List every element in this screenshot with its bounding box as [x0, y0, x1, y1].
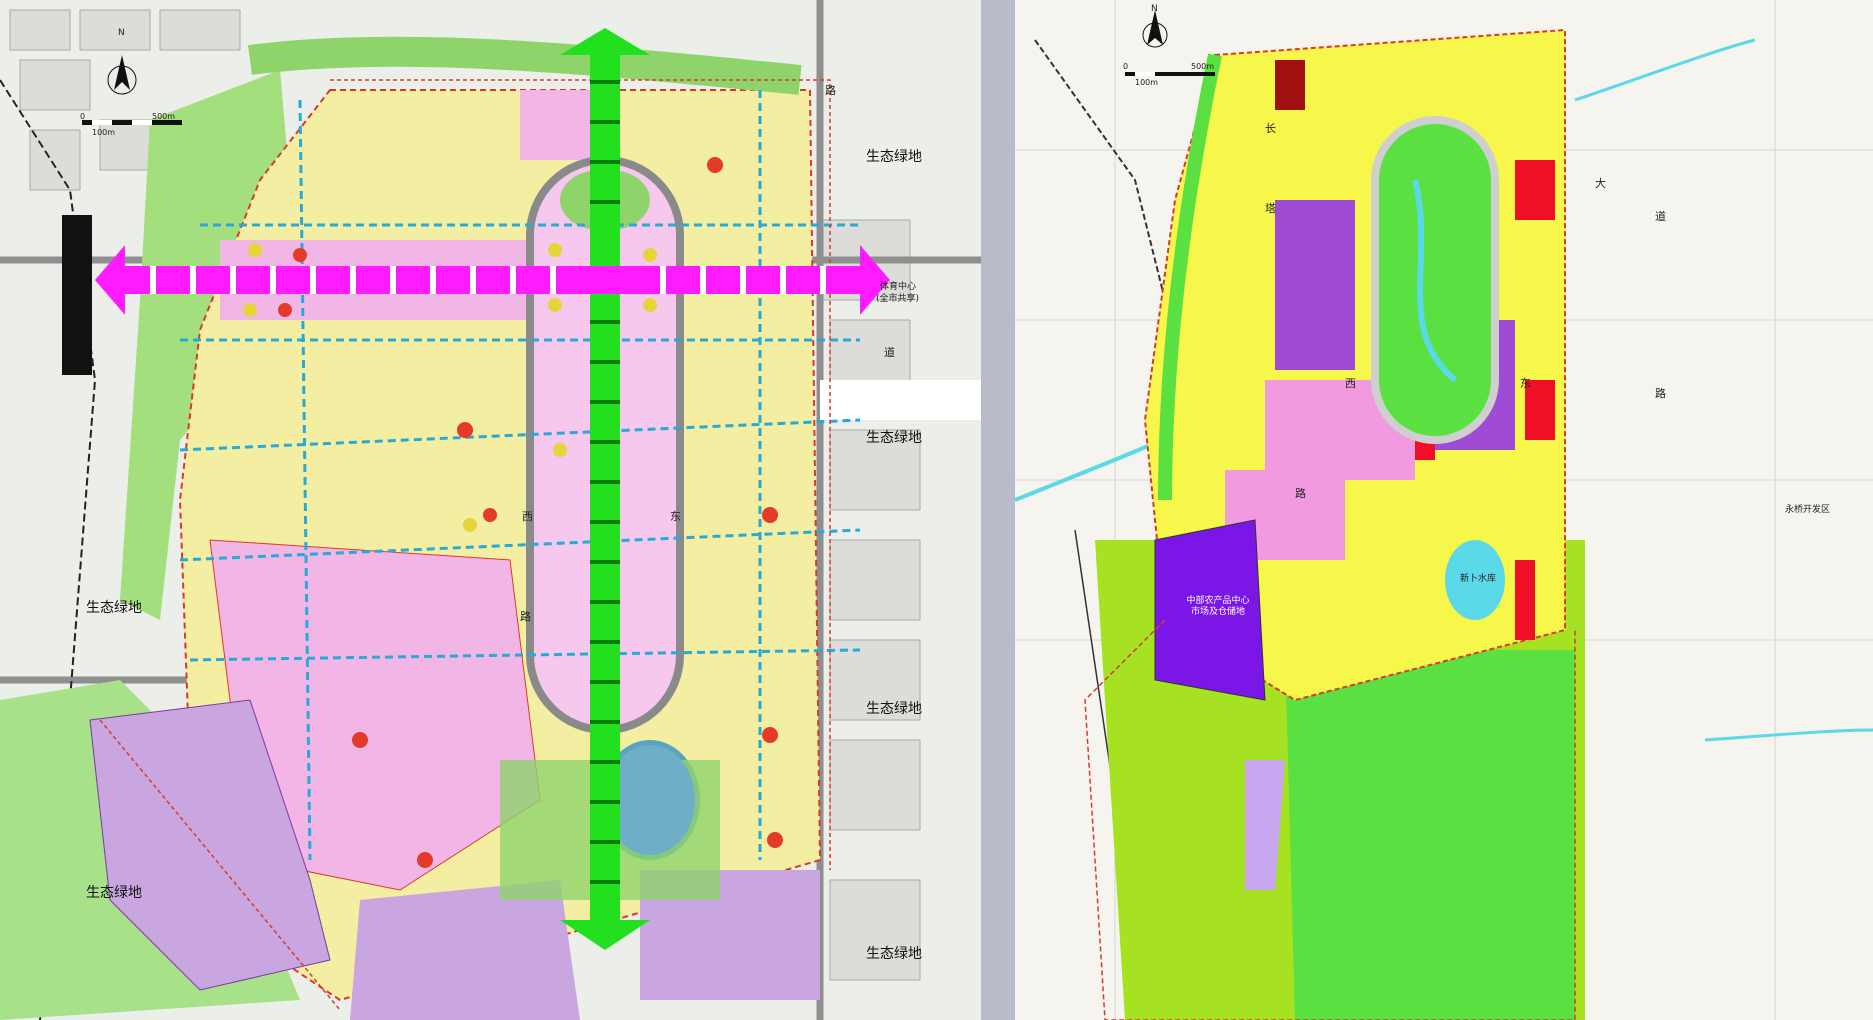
industrial-market-label: 中部农产品中心市场及仓储地 [1186, 596, 1250, 617]
right-road-char-3: 大 [1595, 177, 1606, 190]
right-road-char-4: 道 [1655, 210, 1666, 223]
right-north-label: N [1151, 4, 1158, 14]
right-road-char-7: 路 [1295, 487, 1306, 500]
right-scale-500: 500m [1191, 62, 1215, 71]
eco-green-label-2: 生态绿地 [866, 430, 922, 446]
left-north-label: N [118, 28, 125, 38]
right-scale-bar [1125, 72, 1215, 76]
central-park-oval [1371, 116, 1499, 444]
left-scale-500: 500m [152, 112, 176, 121]
eco-green-label-5: 生态绿地 [86, 600, 142, 616]
right-road-char-8: 路 [1655, 387, 1666, 400]
left-road-char-3: 西 [522, 510, 533, 523]
eco-green-label-4: 生态绿地 [866, 946, 922, 962]
right-scale-100: 100m [1135, 78, 1159, 87]
left-plan-map: N 0 100m 500m 生态绿地 生态绿地 生态绿地 生态绿地 生态绿地 生… [0, 0, 981, 1020]
eco-green-label-6: 生态绿地 [86, 885, 142, 901]
left-road-char-1: 路 [825, 84, 836, 97]
left-scale-0: 0 [80, 112, 86, 121]
sports-center-label: 体育中心 [880, 282, 917, 292]
right-landuse-map: N 0 100m 500m 中部农产品中心市场及仓储地 新卜水库 永桥开发区 长… [1015, 0, 1873, 1020]
right-map-canvas [1015, 0, 1873, 1020]
left-scale-100: 100m [92, 128, 116, 137]
left-road-char-5: 路 [520, 610, 531, 623]
left-road-char-4: 东 [670, 510, 681, 523]
reservoir-label: 新卜水库 [1460, 574, 1497, 584]
eco-green-label-3: 生态绿地 [866, 701, 922, 717]
right-road-char-5: 东 [1520, 377, 1531, 390]
right-road-char-6: 西 [1345, 377, 1356, 390]
left-road-char-2: 道 [884, 346, 895, 359]
sports-center-sub: (全市共享) [876, 294, 920, 304]
panel-divider [981, 0, 1015, 1020]
eco-green-label-1: 生态绿地 [866, 149, 922, 165]
rail-station-block [62, 215, 92, 375]
district-label: 永桥开发区 [1785, 505, 1831, 515]
right-scale-0: 0 [1123, 62, 1129, 71]
right-road-char-1: 长 [1265, 122, 1276, 135]
left-map-canvas [0, 0, 981, 1020]
right-road-char-2: 塔 [1265, 202, 1276, 215]
